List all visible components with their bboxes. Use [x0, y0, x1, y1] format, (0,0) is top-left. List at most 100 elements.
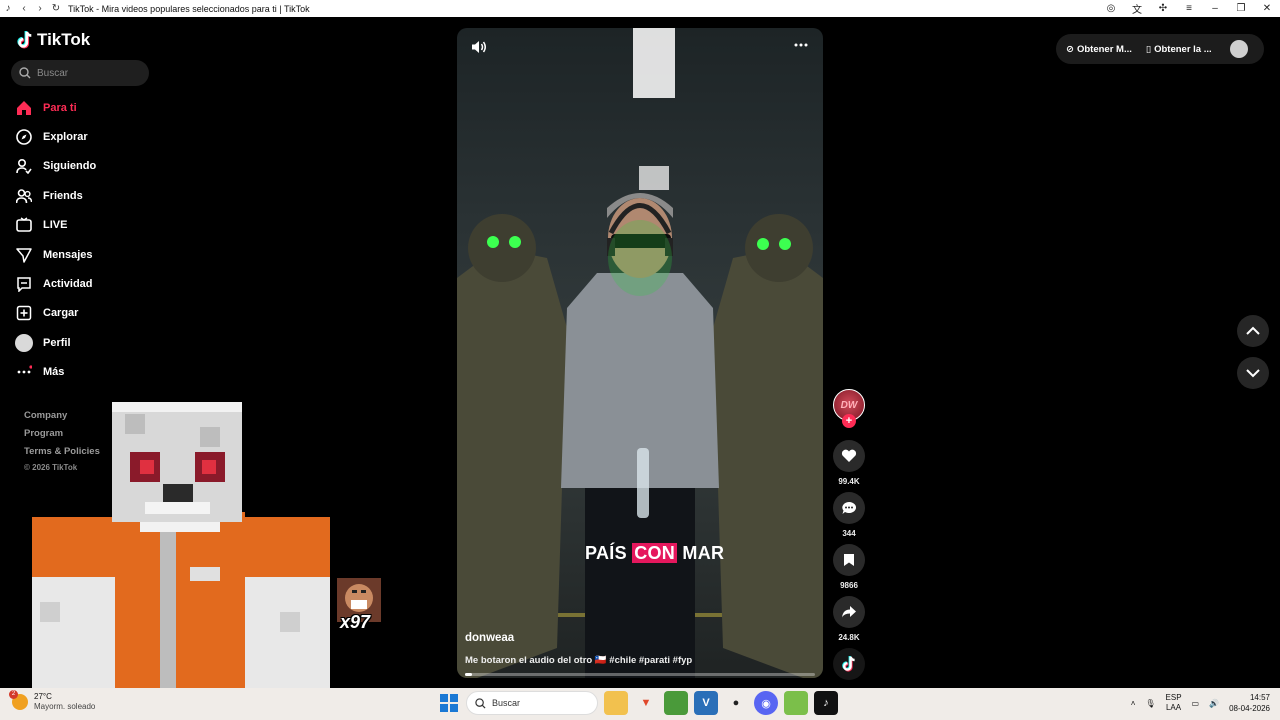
file-explorer-icon[interactable]	[604, 691, 628, 715]
tiktok-app-icon[interactable]: ♪	[814, 691, 838, 715]
get-coins-button[interactable]: ⊘ Obtener M...	[1066, 44, 1132, 55]
chevron-down-icon	[1246, 369, 1260, 378]
sidebar-item-label: Siguiendo	[43, 160, 97, 173]
maximize-icon[interactable]: ❐	[1228, 3, 1254, 14]
author-avatar[interactable]: DW +	[833, 389, 865, 428]
tiktok-favicon-icon: ♪	[5, 3, 11, 14]
emote-count: x97	[340, 612, 371, 632]
sidebar-item-label: Actividad	[43, 278, 93, 291]
volume-icon[interactable]	[471, 40, 487, 57]
close-icon[interactable]: ✕	[1254, 3, 1280, 14]
follow-button[interactable]: +	[842, 414, 856, 428]
comment-icon[interactable]	[833, 492, 865, 524]
sidebar-item-actividad[interactable]: Actividad	[15, 269, 205, 298]
tiktok-logo[interactable]: TikTok	[16, 30, 90, 50]
more-icon	[15, 363, 33, 381]
heart-icon[interactable]	[833, 440, 865, 472]
temperature: 27°C	[34, 692, 52, 701]
windows-start-icon[interactable]	[438, 692, 460, 714]
sidebar-item-friends[interactable]: Friends	[15, 181, 205, 210]
brave-browser-icon[interactable]: ▼	[634, 691, 658, 715]
browser-controls: ◎ 文 ✣ ≡ – ❐ ✕	[1098, 0, 1280, 17]
weather-text: Mayorm. soleado	[34, 702, 96, 711]
video-more-icon[interactable]	[793, 38, 809, 55]
discord-icon[interactable]: ◉	[754, 691, 778, 715]
following-icon	[15, 157, 33, 175]
sidebar-item-label: Para ti	[43, 101, 77, 114]
network-icon[interactable]: ▭	[1192, 699, 1200, 708]
sidebar-item-label: Explorar	[43, 131, 88, 144]
caption-post: MAR	[677, 543, 725, 563]
weather-badge: 2	[9, 690, 18, 699]
caption-highlight: CON	[632, 543, 678, 563]
live-icon	[15, 216, 33, 234]
sidebar-item-siguiendo[interactable]: Siguiendo	[15, 152, 205, 181]
sidebar-item-mas[interactable]: Más	[15, 358, 205, 387]
chevron-up-icon[interactable]: ˄	[1131, 699, 1136, 708]
clock-date: 08-04-2026	[1229, 704, 1270, 713]
get-app-label: Obtener la ...	[1154, 43, 1212, 55]
compass-icon	[15, 128, 33, 146]
browser-title: TikTok - Mira videos populares seleccion…	[68, 3, 310, 14]
sidebar-item-label: LIVE	[43, 219, 68, 232]
comment-action[interactable]: 344	[833, 492, 865, 538]
sound-disc[interactable]	[833, 648, 865, 680]
video-author[interactable]: donweaa	[465, 632, 514, 644]
lang-bottom: LAA	[1165, 703, 1182, 712]
obs-icon[interactable]: ●	[724, 691, 748, 715]
system-tray: ˄ 🎙 ESP LAA ▭ 🔊 14:57 08-04-2026	[1131, 692, 1270, 714]
next-video-button[interactable]	[1237, 357, 1269, 389]
browser-titlebar: ♪ ‹ › ↻ TikTok - Mira videos populares s…	[0, 0, 1280, 17]
sun-icon: 2	[9, 690, 28, 710]
top-right-bar: ⊘ Obtener M... ▯ Obtener la ...	[1056, 34, 1264, 64]
extensions-icon[interactable]: ✣	[1150, 3, 1176, 14]
video-description: Me botaron el audio del otro 🇨🇱 #chile #…	[465, 655, 693, 666]
back-icon[interactable]: ‹	[16, 0, 32, 17]
save-count: 9866	[840, 581, 858, 590]
sidebar-item-cargar[interactable]: Cargar	[15, 299, 205, 328]
share-icon[interactable]	[833, 596, 865, 628]
save-action[interactable]: 9866	[833, 544, 865, 590]
reload-icon[interactable]: ↻	[48, 0, 64, 17]
translate-icon[interactable]: 文	[1124, 1, 1150, 16]
sidebar-item-para-ti[interactable]: Para ti	[15, 93, 205, 122]
sidebar-item-live[interactable]: LIVE	[15, 211, 205, 240]
like-action[interactable]: 99.4K	[833, 440, 865, 486]
tiktok-sound-icon[interactable]	[833, 648, 865, 680]
previous-video-button[interactable]	[1237, 315, 1269, 347]
messages-icon	[15, 246, 33, 264]
video-progress-bar[interactable]	[465, 673, 815, 676]
sidebar-item-label: Más	[43, 366, 65, 379]
clock[interactable]: 14:57 08-04-2026	[1229, 692, 1270, 714]
weather-widget[interactable]: 2 27°C Mayorm. soleado	[9, 690, 96, 712]
windows-taskbar: 2 27°C Mayorm. soleado Buscar ▼ V ● ◉ ♪ …	[0, 688, 1280, 720]
microphone-icon[interactable]: 🎙	[1145, 699, 1155, 708]
vscode-icon[interactable]: V	[694, 691, 718, 715]
video-player[interactable]: PAÍS CON MAR donweaa Me botaron el audio…	[457, 28, 823, 678]
logo-text: TikTok	[37, 30, 91, 49]
search-input[interactable]	[37, 67, 137, 79]
forward-icon[interactable]: ›	[32, 0, 48, 17]
user-avatar[interactable]	[1229, 40, 1248, 58]
chevron-up-icon	[1246, 326, 1260, 335]
sidebar-item-perfil[interactable]: Perfil	[15, 328, 205, 357]
sidebar-item-explorar[interactable]: Explorar	[15, 122, 205, 151]
bookmark-icon[interactable]	[833, 544, 865, 576]
minimize-icon[interactable]: –	[1202, 3, 1228, 14]
taskbar-apps: Buscar ▼ V ● ◉ ♪	[438, 691, 838, 715]
cast-icon[interactable]: ◎	[1098, 3, 1124, 14]
get-app-button[interactable]: ▯ Obtener la ...	[1146, 44, 1212, 55]
menu-icon[interactable]: ≡	[1176, 3, 1202, 14]
search-icon	[475, 697, 486, 709]
speaker-icon[interactable]: 🔊	[1209, 699, 1219, 708]
language-indicator[interactable]: ESP LAA	[1166, 693, 1182, 713]
minecraft-icon[interactable]	[664, 691, 688, 715]
get-coins-label: Obtener M...	[1076, 43, 1132, 55]
minecraft-launcher-icon[interactable]	[784, 691, 808, 715]
sidebar-item-mensajes[interactable]: Mensajes	[15, 240, 205, 269]
taskbar-search-label: Buscar	[492, 698, 521, 708]
upload-icon	[15, 304, 33, 322]
share-action[interactable]: 24.8K	[833, 596, 865, 642]
taskbar-search[interactable]: Buscar	[466, 691, 598, 715]
search-box[interactable]	[11, 60, 149, 86]
